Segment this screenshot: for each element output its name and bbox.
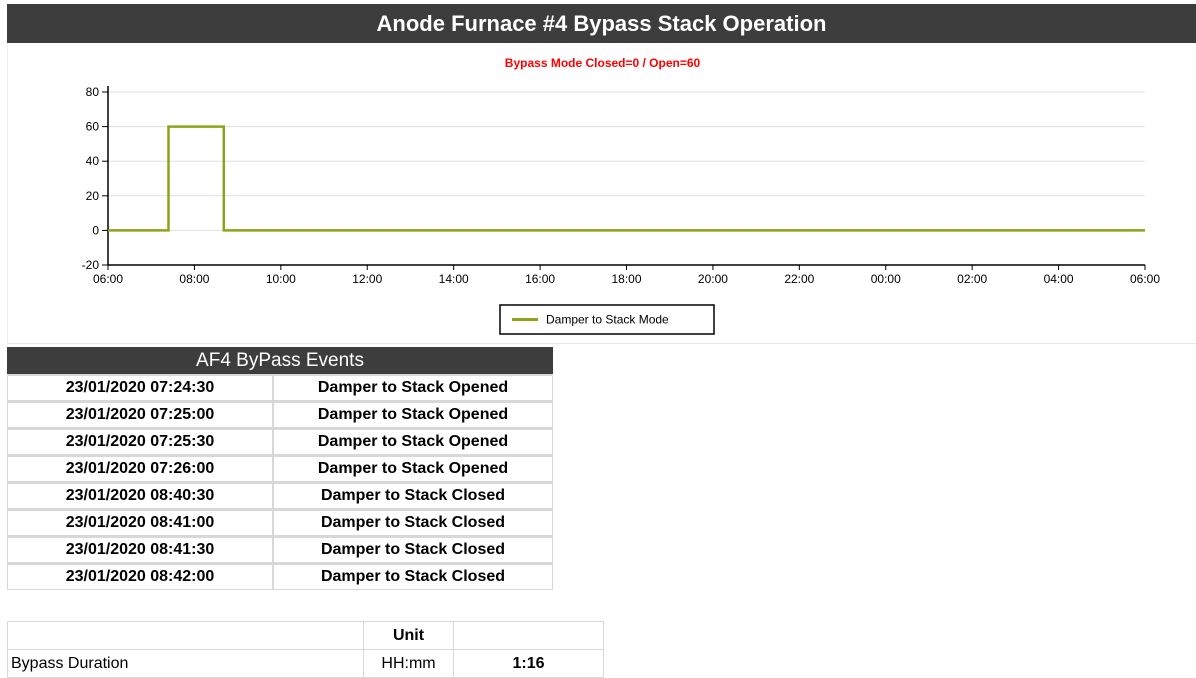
event-row: 23/01/2020 08:41:30 Damper to Stack Close… (7, 536, 553, 563)
event-row: 23/01/2020 07:26:00 Damper to Stack Opene… (7, 455, 553, 482)
x-tick-label: 04:00 (1044, 272, 1074, 286)
event-description: Damper to Stack Closed (273, 536, 553, 563)
event-description: Damper to Stack Opened (273, 428, 553, 455)
legend-label: Damper to Stack Mode (546, 313, 669, 327)
x-tick-label: 10:00 (266, 272, 296, 286)
events-table: 23/01/2020 07:24:30 Damper to Stack Opene… (7, 374, 553, 590)
event-description: Damper to Stack Opened (273, 401, 553, 428)
event-description: Damper to Stack Opened (273, 455, 553, 482)
event-row: 23/01/2020 07:25:30 Damper to Stack Opene… (7, 428, 553, 455)
y-tick-label: 40 (86, 154, 100, 168)
event-timestamp: 23/01/2020 08:42:00 (7, 563, 273, 590)
x-tick-label: 08:00 (179, 272, 209, 286)
event-timestamp: 23/01/2020 07:26:00 (7, 455, 273, 482)
event-description: Damper to Stack Opened (273, 374, 553, 401)
event-description: Damper to Stack Closed (273, 482, 553, 509)
summary-name: Bypass Duration (7, 649, 364, 678)
summary-table: Unit Bypass Duration HH:mm 1:16 (7, 621, 604, 678)
event-row: 23/01/2020 07:25:00 Damper to Stack Opene… (7, 401, 553, 428)
summary-header-value (453, 621, 604, 650)
event-timestamp: 23/01/2020 07:25:00 (7, 401, 273, 428)
event-timestamp: 23/01/2020 07:24:30 (7, 374, 273, 401)
x-tick-label: 16:00 (525, 272, 555, 286)
chart-canvas: Bypass Mode Closed=0 / Open=60 -20 0 20 40 60… (82, 56, 1160, 335)
page-title: Anode Furnace #4 Bypass Stack Operation (7, 4, 1196, 43)
events-header: AF4 ByPass Events (7, 347, 553, 374)
events-panel: AF4 ByPass Events 23/01/2020 07:24:30 Dam… (7, 347, 553, 590)
summary-unit: HH:mm (363, 649, 454, 678)
event-row: 23/01/2020 08:40:30 Damper to Stack Close… (7, 482, 553, 509)
chart-title: Bypass Mode Closed=0 / Open=60 (505, 56, 701, 70)
summary-header-row: Unit (7, 621, 604, 650)
event-row: 23/01/2020 08:42:00 Damper to Stack Close… (7, 563, 553, 590)
y-tick-label: 60 (86, 120, 100, 134)
summary-header-name (7, 621, 364, 650)
y-tick-label: 20 (86, 189, 100, 203)
summary-value: 1:16 (453, 649, 604, 678)
event-row: 23/01/2020 08:41:00 Damper to Stack Close… (7, 509, 553, 536)
x-tick-label: 22:00 (784, 272, 814, 286)
summary-header-unit: Unit (363, 621, 454, 650)
x-tick-label: 20:00 (698, 272, 728, 286)
y-tick-label: 80 (86, 85, 100, 99)
event-description: Damper to Stack Closed (273, 563, 553, 590)
event-timestamp: 23/01/2020 08:40:30 (7, 482, 273, 509)
x-tick-label: 12:00 (352, 272, 382, 286)
series-line-damper-to-stack-mode (108, 125, 1145, 232)
y-tick-label: 0 (92, 223, 99, 237)
x-tick-label: 06:00 (1130, 272, 1160, 286)
event-timestamp: 23/01/2020 08:41:30 (7, 536, 273, 563)
summary-row: Bypass Duration HH:mm 1:16 (7, 649, 604, 678)
x-tick-label: 00:00 (871, 272, 901, 286)
y-tick-label: -20 (82, 258, 100, 272)
x-tick-label: 02:00 (957, 272, 987, 286)
x-tick-label: 14:00 (439, 272, 469, 286)
event-timestamp: 23/01/2020 08:41:00 (7, 509, 273, 536)
bypass-chart: Bypass Mode Closed=0 / Open=60 -20 0 20 40 60… (7, 43, 1196, 344)
event-description: Damper to Stack Closed (273, 509, 553, 536)
x-tick-label: 06:00 (93, 272, 123, 286)
event-timestamp: 23/01/2020 07:25:30 (7, 428, 273, 455)
event-row: 23/01/2020 07:24:30 Damper to Stack Opene… (7, 374, 553, 401)
x-tick-label: 18:00 (611, 272, 641, 286)
